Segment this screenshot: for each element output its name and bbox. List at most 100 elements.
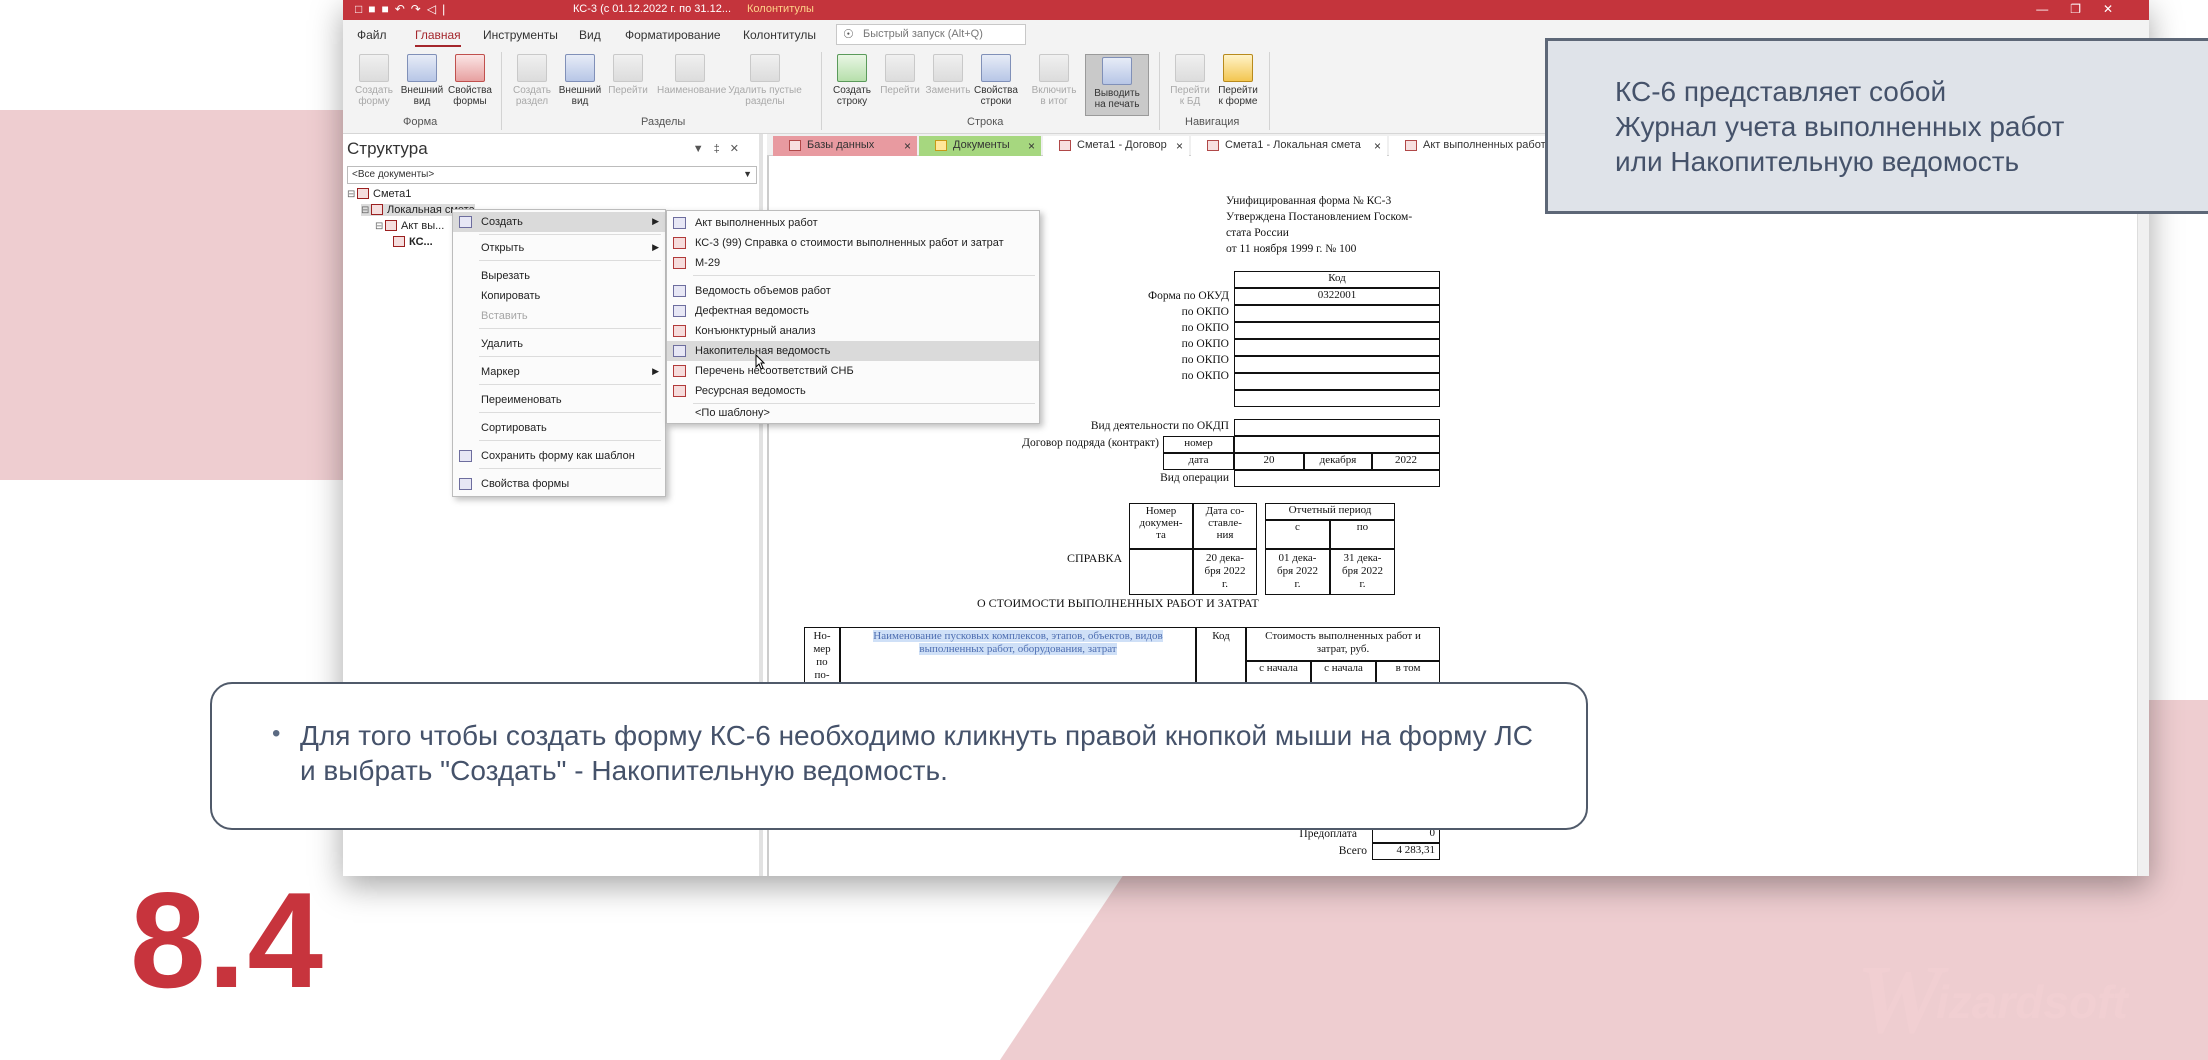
replace-button[interactable]: Заменить	[921, 54, 975, 96]
okpo-value	[1234, 339, 1440, 356]
row-goto-button[interactable]: Перейти	[873, 54, 927, 96]
tab-databases[interactable]: Базы данных ×	[773, 136, 917, 156]
menu-view[interactable]: Вид	[579, 28, 601, 42]
submenu-item[interactable]: КС-3 (99) Справка о стоимости выполненны…	[667, 233, 1039, 253]
menu-headers[interactable]: Колонтитулы	[743, 28, 816, 42]
create-section-button[interactable]: Создать раздел	[505, 54, 559, 107]
okpo-label: по ОКПО	[1181, 338, 1229, 350]
doc-number-value	[1129, 549, 1193, 595]
instruction-callout: • Для того чтобы создать форму КС-6 необ…	[210, 682, 1588, 830]
tree-item-estimate[interactable]: ⊟ Смета1	[347, 188, 411, 200]
menu-item-paste[interactable]: Вставить	[453, 306, 665, 326]
goto-db-button[interactable]: Перейти к БД	[1163, 54, 1217, 107]
chevron-right-icon: ▶	[652, 242, 659, 252]
vertical-scrollbar[interactable]	[2137, 156, 2149, 876]
quick-launch-input[interactable]: ☉ Быстрый запуск (Alt+Q)	[836, 24, 1026, 45]
quick-access-icons[interactable]: □■■↶↷◁|	[355, 2, 451, 16]
submenu-item[interactable]: Ведомость объемов работ	[667, 281, 1039, 301]
okpo-value	[1234, 356, 1440, 373]
period-to-header: по	[1330, 520, 1395, 549]
form-header-line: Утверждена Постановлением Госком-	[1226, 211, 1413, 223]
template-icon	[459, 450, 472, 462]
contract-date-label: дата	[1163, 453, 1234, 470]
period-header: Отчетный период	[1265, 503, 1395, 520]
submenu-item[interactable]: Перечень несоответствий СНБ	[667, 361, 1039, 381]
print-output-button[interactable]: Выводить на печать	[1085, 54, 1149, 116]
table-col-code: Код	[1196, 627, 1246, 687]
menu-item-create[interactable]: Создать ▶	[453, 212, 665, 232]
form-header-line: от 11 ноября 1999 г. № 100	[1226, 243, 1357, 255]
chevron-right-icon: ▶	[652, 216, 659, 226]
document-icon	[673, 365, 686, 377]
section-name-button[interactable]: Наименование	[657, 54, 726, 96]
include-total-button[interactable]: Включить в итог	[1027, 54, 1081, 107]
contract-month: декабря	[1304, 453, 1372, 470]
contract-year: 2022	[1372, 453, 1440, 470]
table-col-cost: Стоимость выполненных работ и затрат, ру…	[1246, 627, 1440, 661]
submenu-item-template[interactable]: <По шаблону>	[667, 403, 1039, 423]
menu-item-marker[interactable]: Маркер ▶	[453, 362, 665, 382]
document-icon	[673, 257, 686, 269]
submenu-item[interactable]: Конъюнктурный анализ	[667, 321, 1039, 341]
context-menu: Создать ▶ Открыть ▶ Вырезать Копировать Вс…	[452, 209, 666, 497]
submenu-item[interactable]: Дефектная ведомость	[667, 301, 1039, 321]
panel-controls[interactable]: ▼‡✕	[693, 142, 749, 155]
menu-tools[interactable]: Инструменты	[483, 28, 558, 42]
menu-item-cut[interactable]: Вырезать	[453, 266, 665, 286]
close-icon[interactable]: ×	[1374, 139, 1381, 153]
database-icon	[789, 140, 801, 151]
tab-estimate-contract[interactable]: Смета1 - Договор ×	[1043, 136, 1189, 156]
submenu-item[interactable]: М-29	[667, 253, 1039, 273]
mouse-cursor-icon	[755, 354, 765, 370]
contract-day: 20	[1234, 453, 1304, 470]
document-icon	[1207, 140, 1219, 151]
tab-estimate-local[interactable]: Смета1 - Локальная смета ×	[1191, 136, 1387, 156]
menu-item-sort[interactable]: Сортировать	[453, 418, 665, 438]
close-icon[interactable]: ×	[904, 139, 911, 153]
menu-item-open[interactable]: Открыть ▶	[453, 238, 665, 258]
create-row-button[interactable]: Создать строку	[825, 54, 879, 107]
form-properties-button[interactable]: Свойства формы	[443, 54, 497, 107]
add-row-icon	[837, 54, 867, 82]
properties-icon	[459, 478, 472, 490]
section-goto-button[interactable]: Перейти	[601, 54, 655, 96]
window-controls[interactable]: —❐✕	[2036, 2, 2135, 16]
menu-item-copy[interactable]: Копировать	[453, 286, 665, 306]
menu-formatting[interactable]: Форматирование	[625, 28, 721, 42]
menu-item-form-properties[interactable]: Свойства формы	[453, 474, 665, 494]
menu-item-rename[interactable]: Переименовать	[453, 390, 665, 410]
tab-documents[interactable]: Документы ×	[919, 136, 1041, 156]
section-appearance-button[interactable]: Внешний вид	[553, 54, 607, 107]
goto-form-button[interactable]: Перейти к форме	[1211, 54, 1265, 107]
form-appearance-button[interactable]: Внешний вид	[395, 54, 449, 107]
tree-item-act[interactable]: ⊟ Акт вы...	[375, 220, 444, 232]
menu-file[interactable]: Файл	[357, 28, 387, 42]
document-icon	[673, 237, 686, 249]
tree-item-ks3[interactable]: КС...	[393, 236, 433, 248]
menu-item-save-template[interactable]: Сохранить форму как шаблон	[453, 446, 665, 466]
document-icon	[673, 285, 686, 297]
form-subtitle: О СТОИМОСТИ ВЫПОЛНЕННЫХ РАБОТ И ЗАТРАТ	[977, 596, 1259, 610]
context-tab-title: Колонтитулы	[747, 3, 814, 15]
form-header-line: Унифицированная форма № КС-3	[1226, 195, 1392, 207]
tab-act[interactable]: Акт выполненных работ	[1389, 136, 1569, 156]
row-properties-button[interactable]: Свойства строки	[969, 54, 1023, 107]
submenu-item[interactable]: Ресурсная ведомость	[667, 381, 1039, 401]
submenu-item[interactable]: Акт выполненных работ	[667, 213, 1039, 233]
delete-empty-sections-button[interactable]: Удалить пустые разделы	[725, 54, 805, 107]
menu-item-delete[interactable]: Удалить	[453, 334, 665, 354]
lightbulb-icon: ☉	[843, 27, 854, 41]
close-icon[interactable]: ×	[1176, 139, 1183, 153]
document-filter-select[interactable]: <Все документы> ▼	[347, 166, 757, 184]
submenu-item-cumulative[interactable]: Накопительная ведомость	[667, 341, 1039, 361]
properties-icon	[455, 54, 485, 82]
document-icon	[1059, 140, 1071, 151]
estimate-icon	[357, 188, 369, 199]
title-bar: □■■↶↷◁| КС-3 (с 01.12.2022 г. по 31.12..…	[343, 0, 2149, 20]
menu-home[interactable]: Главная	[415, 28, 461, 47]
create-form-button[interactable]: Создать форму	[347, 54, 401, 107]
close-icon[interactable]: ×	[1028, 139, 1035, 153]
document-icon	[1405, 140, 1417, 151]
group-row-label: Строка	[967, 116, 1004, 128]
document-icon	[673, 325, 686, 337]
